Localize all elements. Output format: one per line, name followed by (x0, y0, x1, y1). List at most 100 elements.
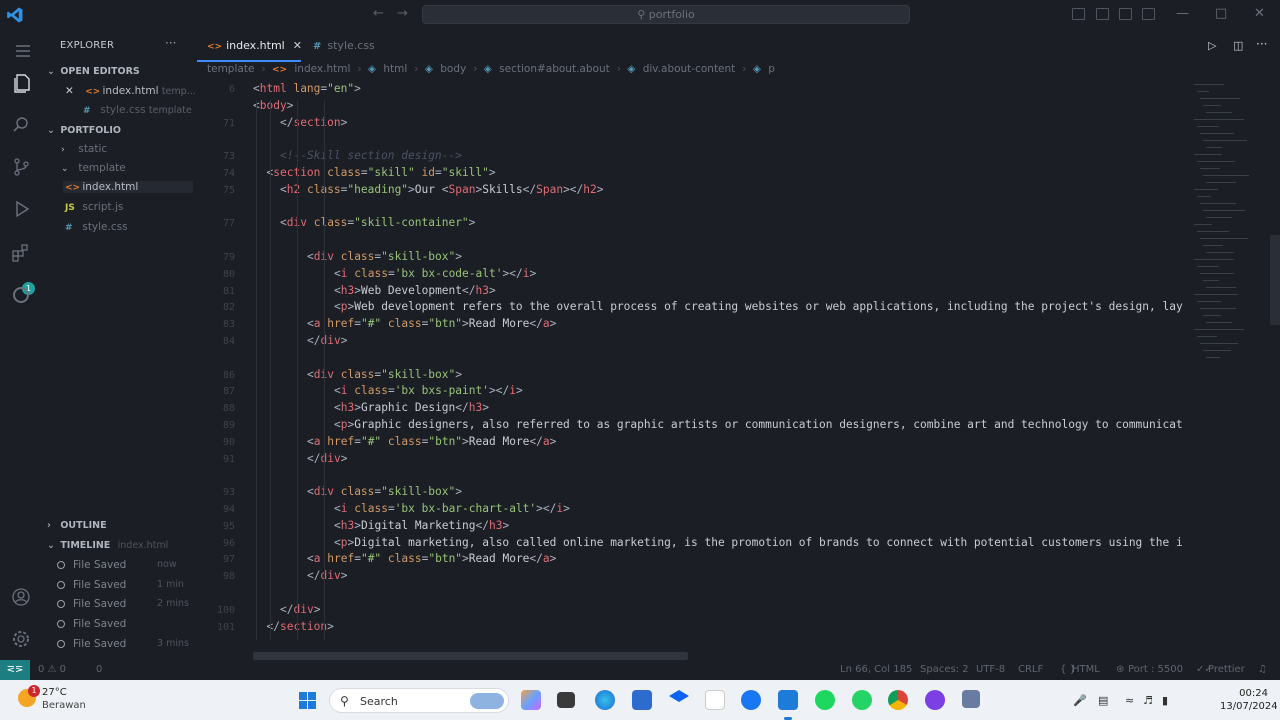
breadcrumb-item[interactable]: template (207, 63, 254, 75)
run-icon[interactable]: ▷ (1208, 39, 1216, 52)
command-center-search[interactable]: ⚲ portfolio (422, 5, 910, 24)
code-line[interactable]: 91 </div> (193, 450, 1190, 467)
breadcrumb-item[interactable]: body (440, 63, 466, 75)
settings-gear-icon[interactable] (10, 628, 32, 650)
encoding[interactable]: UTF-8 (976, 664, 1005, 675)
language-mode[interactable]: HTML (1072, 664, 1100, 675)
toggle-secondary-sidebar-icon[interactable] (1119, 8, 1132, 20)
chrome-icon[interactable] (888, 690, 908, 710)
code-line[interactable]: 88 <h3>Graphic Design</h3> (193, 399, 1190, 416)
code-line[interactable]: 98 </div> (193, 567, 1190, 584)
more-actions-icon[interactable]: ··· (1256, 37, 1267, 51)
edge-browser-icon[interactable] (595, 690, 615, 710)
breadcrumb-item[interactable]: div.about-content (643, 63, 736, 75)
customize-layout-icon[interactable] (1142, 8, 1155, 20)
remote-indicator-icon[interactable]: ⋜⋝ (0, 660, 30, 680)
cursor-position[interactable]: Ln 66, Col 185 (840, 664, 912, 675)
code-line[interactable]: 86 <div class="skill-box"> (193, 366, 1190, 383)
split-editor-icon[interactable]: ◫ (1233, 39, 1243, 52)
menu-icon[interactable] (12, 40, 34, 62)
tree-folder-static[interactable]: › static (61, 143, 107, 155)
display-icon[interactable]: ▤ (1098, 694, 1108, 707)
timeline-entry[interactable]: File Saved (57, 618, 126, 630)
minimize-icon[interactable]: — (1176, 6, 1189, 21)
run-debug-icon[interactable] (10, 198, 32, 220)
code-line[interactable]: 87 <i class='bx bxs-paint'></i> (193, 382, 1190, 399)
windows-start-icon[interactable] (299, 692, 316, 709)
breadcrumb-item[interactable]: section#about.about (499, 63, 610, 75)
breadcrumb-item[interactable]: p (768, 63, 775, 75)
code-line[interactable]: 75 <h2 class="heading">Our <Span>Skills</… (193, 181, 1190, 198)
code-line[interactable]: <body> (193, 97, 1190, 114)
tree-file-script-js[interactable]: JS script.js (65, 201, 123, 213)
copilot-icon[interactable] (521, 690, 541, 710)
code-editor[interactable]: 6 <html lang="en"> <body> 71 </section> 73 <!-… (193, 80, 1190, 650)
close-icon[interactable]: ✕ (65, 85, 74, 97)
breadcrumb-item[interactable]: html (383, 63, 407, 75)
whatsapp-icon[interactable] (852, 690, 872, 710)
snipping-tool-icon[interactable] (962, 690, 980, 708)
tree-folder-template[interactable]: ⌄ template (61, 162, 126, 174)
end-of-line[interactable]: CRLF (1018, 664, 1043, 675)
facebook-icon[interactable] (741, 690, 761, 710)
code-line[interactable] (193, 231, 1190, 248)
project-section[interactable]: ⌄ PORTFOLIO (47, 125, 121, 136)
code-line[interactable]: 93 <div class="skill-box"> (193, 483, 1190, 500)
code-line[interactable] (193, 584, 1190, 601)
code-line[interactable]: 77 <div class="skill-container"> (193, 214, 1190, 231)
code-line[interactable]: 82 <p>Web development refers to the overa… (193, 298, 1190, 315)
code-line[interactable]: 94 <i class='bx bx-bar-chart-alt'></i> (193, 500, 1190, 517)
back-arrow-icon[interactable]: ← (373, 6, 384, 21)
horizontal-scrollbar[interactable] (253, 652, 688, 660)
volume-icon[interactable]: ♬ (1143, 694, 1153, 707)
maximize-icon[interactable]: □ (1215, 6, 1227, 21)
code-line[interactable]: 96 <p>Digital marketing, also called onli… (193, 534, 1190, 551)
code-line[interactable]: 81 <h3>Web Development</h3> (193, 282, 1190, 299)
more-actions-icon[interactable]: ··· (165, 36, 176, 50)
code-line[interactable]: 84 </div> (193, 332, 1190, 349)
notifications-bell-icon[interactable]: ♫ (1258, 664, 1267, 675)
timeline-entry[interactable]: File Saved 3 mins (57, 638, 189, 650)
indentation[interactable]: Spaces: 2 (920, 664, 969, 675)
prettier-status[interactable]: Prettier (1208, 664, 1245, 675)
timeline-entry[interactable]: File Saved 2 mins (57, 598, 189, 610)
toggle-panel-icon[interactable] (1096, 8, 1109, 20)
toggle-sidebar-icon[interactable] (1072, 8, 1085, 20)
code-line[interactable]: 73 <!--Skill section design--> (193, 147, 1190, 164)
canva-icon[interactable] (925, 690, 945, 710)
outline-section[interactable]: › OUTLINE (47, 520, 107, 531)
wifi-icon[interactable]: ≈ (1125, 694, 1134, 707)
live-server-port[interactable]: Port : 5500 (1128, 664, 1183, 675)
code-line[interactable]: 74 <section class="skill" id="skill"> (193, 164, 1190, 181)
code-line[interactable]: 90 <a href="#" class="btn">Read More</a> (193, 433, 1190, 450)
code-line[interactable]: 83 <a href="#" class="btn">Read More</a> (193, 315, 1190, 332)
timeline-section[interactable]: ⌄ TIMELINE index.html (47, 540, 168, 551)
code-line[interactable]: 80 <i class='bx bx-code-alt'></i> (193, 265, 1190, 282)
tree-file-style-css[interactable]: # style.css (65, 221, 128, 233)
code-line[interactable]: 89 <p>Graphic designers, also referred to… (193, 416, 1190, 433)
system-clock[interactable]: 00:24 13/07/2024 (1220, 687, 1278, 713)
microphone-icon[interactable]: 🎤 (1073, 694, 1087, 707)
timeline-entry[interactable]: File Saved 1 min (57, 579, 184, 591)
tree-file-index-html[interactable]: <> index.html (63, 181, 193, 193)
amazon-icon[interactable] (705, 690, 725, 710)
account-icon[interactable] (10, 586, 32, 608)
code-line[interactable]: 100 </div> (193, 601, 1190, 618)
code-line[interactable]: 6 <html lang="en"> (193, 80, 1190, 97)
close-tab-icon[interactable]: ✕ (293, 39, 302, 52)
code-line[interactable] (193, 466, 1190, 483)
open-editor-item[interactable]: # style.css template (83, 104, 192, 116)
problems-count[interactable]: 0 ⚠ 0 (38, 664, 66, 675)
edge-devtools-icon[interactable] (10, 284, 32, 306)
forward-arrow-icon[interactable]: → (397, 6, 408, 21)
code-line[interactable]: 95 <h3>Digital Marketing</h3> (193, 517, 1190, 534)
source-control-icon[interactable] (10, 156, 32, 178)
timeline-entry[interactable]: File Saved now (57, 559, 177, 571)
ports-count[interactable]: 0 (96, 664, 102, 675)
code-line[interactable]: 71 </section> (193, 114, 1190, 131)
extensions-icon[interactable] (10, 242, 32, 264)
file-explorer-icon[interactable] (557, 692, 575, 708)
code-line[interactable]: 97 <a href="#" class="btn">Read More</a> (193, 550, 1190, 567)
taskbar-search[interactable]: ⚲ Search (329, 688, 509, 713)
vscode-taskbar-icon[interactable] (778, 690, 798, 720)
